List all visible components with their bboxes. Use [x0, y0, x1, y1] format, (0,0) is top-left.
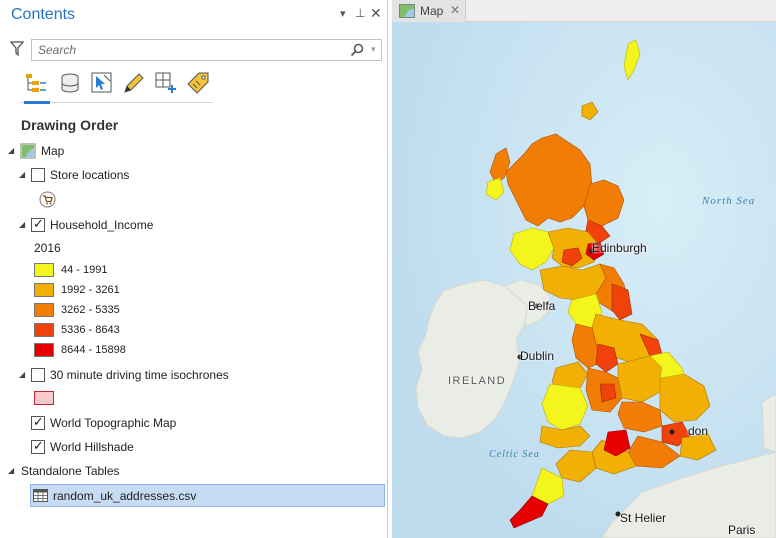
collapse-triangle-icon[interactable]: ◢ [19, 370, 25, 379]
layer-visibility-checkbox[interactable] [31, 168, 45, 182]
tree-item-label: World Topographic Map [50, 416, 177, 430]
search-box[interactable]: ▾ [31, 39, 382, 61]
map-icon [399, 4, 415, 21]
tab-map[interactable]: Map ✕ [392, 0, 466, 22]
layer-visibility-checkbox[interactable]: ✓ [31, 438, 45, 454]
contents-toolbar [22, 70, 214, 100]
collapse-triangle-icon[interactable]: ◢ [8, 466, 14, 475]
legend-swatch [34, 263, 54, 277]
map-label-celtic-sea: Celtic Sea [489, 449, 540, 460]
tree-item-household-income[interactable]: ◢ ✓ Household_Income [0, 216, 380, 236]
list-by-drawing-order-icon[interactable] [24, 71, 48, 95]
tree-item-world-topographic-map[interactable]: ✓ World Topographic Map [0, 414, 380, 434]
close-icon[interactable]: ✕ [370, 5, 382, 22]
city-dot-london[interactable] [669, 429, 675, 435]
pane-options-dropdown-icon[interactable]: ▾ [340, 7, 346, 20]
legend-class-label: 8644 - 15898 [61, 344, 126, 356]
tree-item-label: World Hillshade [50, 440, 134, 454]
shopping-cart-symbol-icon [39, 191, 56, 211]
contents-pane: Contents ▾ ⊥ ✕ ▾ [0, 0, 388, 538]
netherlands-landmass [761, 393, 776, 453]
legend-swatch [34, 303, 54, 317]
list-by-editing-icon[interactable] [122, 71, 146, 95]
tree-item-label: Store locations [50, 168, 130, 182]
map-label-st-helier: St Helier [620, 511, 667, 525]
tree-item-label: Map [41, 144, 65, 158]
tree-item-world-hillshade[interactable]: ✓ World Hillshade [0, 438, 380, 458]
map-view[interactable]: Edinburgh Belfa Dublin IRELAND don St He… [392, 22, 776, 538]
layer-visibility-checkbox[interactable]: ✓ [31, 414, 45, 430]
search-icon[interactable] [350, 43, 364, 60]
list-by-data-source-icon[interactable] [58, 71, 82, 95]
legend-swatch [34, 343, 54, 357]
tree-item-store-locations[interactable]: ◢ Store locations [0, 166, 380, 186]
legend-class-label: 44 - 1991 [61, 264, 108, 276]
list-by-snapping-icon[interactable] [154, 71, 178, 95]
map-label-ireland: IRELAND [448, 375, 507, 387]
map-icon [20, 143, 36, 162]
legend-class-label: 3262 - 5335 [61, 304, 120, 316]
tree-item-label: 30 minute driving time isochrones [50, 368, 229, 382]
map-label-dublin: Dublin [520, 349, 555, 363]
tree-item-standalone-tables[interactable]: ◢ Standalone Tables [0, 462, 380, 482]
tree-item-label: Standalone Tables [21, 464, 120, 478]
table-icon [33, 489, 48, 505]
drawing-order-heading: Drawing Order [21, 117, 119, 133]
isochrone-symbol-swatch[interactable] [34, 391, 54, 405]
map-label-paris: Paris [728, 523, 756, 537]
map-label-belfast: Belfa [528, 299, 556, 313]
pane-title: Contents [11, 6, 76, 23]
legend-field-heading: 2016 [34, 241, 61, 255]
tree-item-isochrones[interactable]: ◢ 30 minute driving time isochrones [0, 366, 380, 386]
collapse-triangle-icon[interactable]: ◢ [19, 220, 25, 229]
collapse-triangle-icon[interactable]: ◢ [19, 170, 25, 179]
legend-class-label: 5336 - 8643 [61, 324, 120, 336]
map-label-north-sea: North Sea [702, 195, 756, 207]
tree-item-label: random_uk_addresses.csv [53, 489, 197, 503]
map-canvas[interactable] [392, 22, 776, 538]
tree-item-label: Household_Income [50, 218, 154, 232]
pin-icon[interactable]: ⊥ [355, 6, 365, 20]
legend-class-label: 1992 - 3261 [61, 284, 120, 296]
filter-icon[interactable] [9, 41, 25, 60]
layer-visibility-checkbox[interactable]: ✓ [31, 216, 45, 232]
toolbar-active-indicator [24, 101, 50, 104]
contents-header: Contents ▾ ⊥ ✕ [0, 0, 388, 30]
close-tab-icon[interactable]: ✕ [450, 3, 460, 17]
search-input[interactable] [38, 43, 338, 57]
tree-item-map[interactable]: ◢ Map [0, 142, 380, 162]
map-tab-bar: Map ✕ [392, 0, 776, 22]
search-options-chevron-icon[interactable]: ▾ [371, 44, 376, 55]
collapse-triangle-icon[interactable]: ◢ [8, 146, 14, 155]
tab-map-label: Map [420, 4, 444, 18]
list-by-selection-icon[interactable] [90, 71, 114, 95]
legend-swatch [34, 283, 54, 297]
map-label-edinburgh: Edinburgh [592, 241, 647, 255]
list-by-labeling-icon[interactable] [186, 71, 210, 95]
legend-swatch [34, 323, 54, 337]
layer-visibility-checkbox[interactable] [31, 368, 45, 382]
map-label-london: don [688, 424, 709, 438]
tree-item-random-uk-addresses-table[interactable]: random_uk_addresses.csv [30, 484, 385, 507]
